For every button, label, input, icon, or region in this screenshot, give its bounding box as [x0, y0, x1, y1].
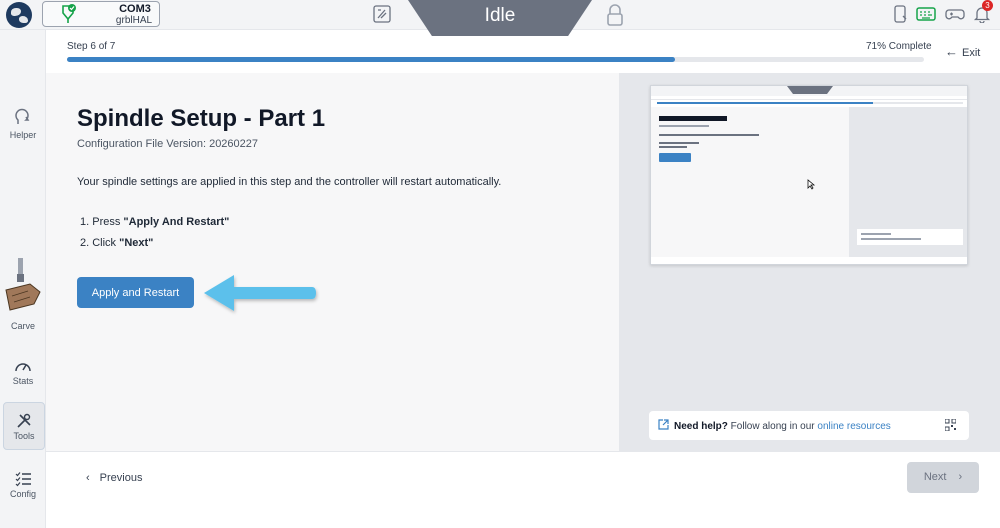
usb-connected-icon	[62, 4, 76, 23]
gamepad-icon[interactable]	[945, 5, 965, 23]
instruction-step-1: 1. Press "Apply And Restart"	[80, 216, 229, 228]
help-text: Need help? Follow along in our online re…	[674, 421, 891, 432]
step-action: "Next"	[119, 237, 154, 249]
checklist-icon	[15, 472, 31, 487]
next-button[interactable]: Next ›	[907, 462, 979, 493]
exit-button[interactable]: ← Exit	[945, 44, 980, 59]
help-body: Follow along in our	[727, 421, 818, 432]
sidebar-item-carve[interactable]: Carve	[0, 319, 46, 331]
exit-label: Exit	[962, 47, 981, 59]
progress-percent: 71% Complete	[866, 41, 932, 52]
machine-icon[interactable]	[373, 5, 391, 23]
machine-status: Idle	[484, 5, 516, 26]
sidebar-item-helper[interactable]: Helper	[0, 106, 46, 140]
qr-code-icon[interactable]	[945, 419, 956, 431]
help-card: Need help? Follow along in our online re…	[649, 411, 969, 440]
sidebar: Helper Carve Stats Tools Config	[0, 30, 46, 528]
step-prefix: 1. Press	[80, 216, 124, 228]
arrow-left-icon: ←	[945, 44, 958, 59]
helper-icon	[15, 108, 30, 124]
step-prefix: 2. Click	[80, 237, 120, 249]
sidebar-item-stats[interactable]: Stats	[0, 358, 46, 386]
firmware-name: grblHAL	[115, 15, 153, 26]
page-title: Spindle Setup - Part 1	[77, 105, 326, 132]
sidebar-item-label: Config	[9, 489, 36, 499]
notification-badge: 3	[982, 0, 993, 11]
sidebar-item-label: Carve	[10, 321, 35, 331]
previous-button[interactable]: ‹ Previous	[86, 472, 142, 484]
lock-icon[interactable]	[606, 4, 624, 26]
app-logo[interactable]	[6, 2, 32, 28]
help-heading: Need help?	[674, 421, 728, 432]
step-description: Your spindle settings are applied in thi…	[77, 176, 502, 188]
sidebar-item-label: Helper	[9, 130, 37, 140]
tools-icon	[17, 413, 31, 428]
keyboard-icon[interactable]	[916, 5, 936, 23]
preview-thumbnail	[651, 86, 967, 264]
chevron-right-icon: ›	[958, 471, 963, 483]
carve-icon[interactable]	[4, 258, 44, 316]
config-version: Configuration File Version: 20260227	[77, 138, 259, 150]
external-link-icon	[658, 419, 669, 430]
gauge-icon	[15, 363, 31, 372]
online-resources-link[interactable]: online resources	[817, 421, 890, 432]
top-bar: COM3 grblHAL Idle 3	[0, 0, 1000, 36]
phone-icon[interactable]	[890, 5, 910, 23]
port-name: COM3	[119, 3, 151, 15]
previous-label: Previous	[99, 472, 143, 484]
sidebar-item-config[interactable]: Config	[0, 471, 46, 499]
progress-bar-fill	[67, 57, 676, 62]
chevron-left-icon: ‹	[86, 472, 90, 484]
connection-button[interactable]: COM3 grblHAL	[42, 1, 160, 27]
pointer-arrow	[204, 275, 316, 311]
wizard-footer	[46, 451, 1000, 528]
progress-bar	[67, 57, 924, 62]
next-label: Next	[923, 471, 947, 483]
sidebar-item-tools[interactable]: Tools	[3, 402, 45, 450]
sidebar-item-label: Tools	[13, 431, 35, 441]
step-indicator: Step 6 of 7	[67, 41, 116, 52]
apply-and-restart-button[interactable]: Apply and Restart	[77, 277, 194, 308]
instruction-step-2: 2. Click "Next"	[80, 237, 153, 249]
video-preview[interactable]	[650, 85, 968, 265]
sidebar-item-label: Stats	[12, 376, 34, 386]
step-action: "Apply And Restart"	[123, 216, 230, 228]
